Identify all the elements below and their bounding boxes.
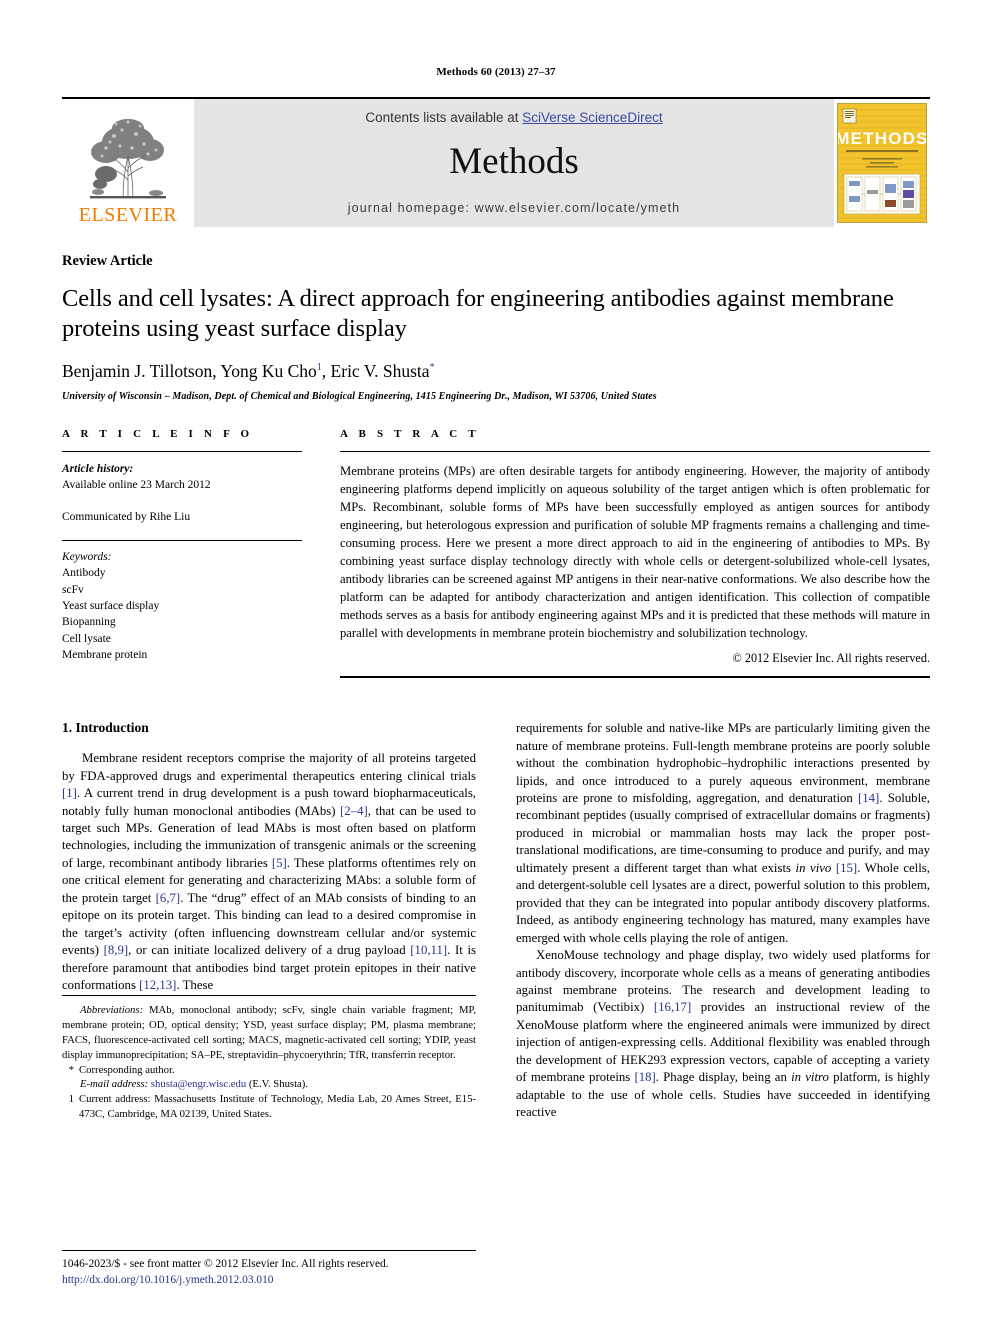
abstract-heading: A B S T R A C T (340, 428, 480, 441)
citation-ref[interactable]: [5] (272, 856, 287, 870)
affiliation: University of Wisconsin – Madison, Dept.… (62, 391, 657, 403)
current-address-note: 1 Current address: Massachusetts Institu… (62, 1092, 476, 1122)
info-abstract-section: A R T I C L E I N F O Article history: A… (62, 428, 930, 679)
email-tail: (E.V. Shusta). (246, 1078, 309, 1091)
contents-lists-prefix: Contents lists available at (365, 110, 523, 125)
citation-ref[interactable]: [16,17] (654, 1000, 691, 1014)
masthead-center-band: Contents lists available at SciVerse Sci… (194, 99, 834, 227)
communicated-by: Communicated by Rihe Liu (62, 510, 191, 523)
keyword-item: Yeast surface display (62, 600, 160, 613)
corresponding-author-marker[interactable]: * (430, 362, 435, 373)
text-run: . Phage display, being an (655, 1070, 792, 1085)
keywords-block: Keywords: Antibody scFv Yeast surface di… (62, 541, 302, 663)
journal-cover-thumbnail: METHODS (834, 99, 930, 227)
corresponding-author-note: * Corresponding author. (62, 1063, 476, 1078)
keyword-item: Biopanning (62, 616, 116, 629)
journal-title: Methods (449, 140, 579, 182)
section-heading-introduction: 1. Introduction (62, 720, 149, 736)
corresponding-symbol: * (68, 1063, 74, 1076)
cover-image: METHODS (837, 103, 927, 223)
keyword-item: Cell lysate (62, 632, 111, 645)
copyright-line: © 2012 Elsevier Inc. All rights reserved… (732, 651, 930, 666)
elsevier-logo: ELSEVIER (62, 99, 194, 227)
italic-term: in vivo (795, 860, 832, 875)
issn-line: 1046-2023/$ - see front matter © 2012 El… (62, 1258, 389, 1271)
text-run: . These (176, 978, 214, 993)
citation-ref[interactable]: [14] (858, 791, 879, 805)
citation-ref[interactable]: [1] (62, 786, 77, 800)
article-history-value: Available online 23 March 2012 (62, 479, 211, 492)
email-link[interactable]: shusta@engr.wisc.edu (151, 1078, 246, 1090)
abstract-column: A B S T R A C T Membrane proteins (MPs) … (340, 428, 930, 679)
keyword-item: Antibody (62, 567, 106, 580)
current-address-symbol: 1 (68, 1093, 74, 1106)
article-history-label: Article history: (62, 463, 134, 476)
citation-ref[interactable]: [12,13] (139, 978, 176, 992)
contents-lists-line: Contents lists available at SciVerse Sci… (365, 110, 662, 125)
email-note: E-mail address: shusta@engr.wisc.edu (E.… (62, 1077, 476, 1092)
keywords-label: Keywords: (62, 551, 112, 564)
body-columns: 1. Introduction Membrane resident recept… (62, 720, 930, 1121)
elsevier-tree-icon (76, 112, 180, 204)
keyword-item: scFv (62, 583, 84, 596)
intro-paragraph-right-2: XenoMouse technology and phage display, … (516, 947, 930, 1122)
article-info-column: A R T I C L E I N F O Article history: A… (62, 428, 302, 678)
text-run: Membrane resident receptors comprise the… (62, 751, 476, 783)
doi-link[interactable]: http://dx.doi.org/10.1016/j.ymeth.2012.0… (62, 1273, 476, 1289)
citation-ref[interactable]: [10,11] (410, 943, 447, 957)
intro-paragraph-right-1: requirements for soluble and native-like… (516, 720, 930, 947)
citation-ref[interactable]: [2–4] (340, 804, 368, 818)
page-title: Cells and cell lysates: A direct approac… (62, 285, 894, 343)
imprint-block: 1046-2023/$ - see front matter © 2012 El… (62, 1250, 476, 1289)
left-column: 1. Introduction Membrane resident recept… (62, 720, 476, 1121)
article-type-label: Review Article (62, 253, 153, 269)
current-address-text: Current address: Massachusetts Institute… (79, 1093, 476, 1120)
svg-text:METHODS: METHODS (838, 129, 926, 148)
journal-homepage-link[interactable]: journal homepage: www.elsevier.com/locat… (348, 201, 680, 215)
email-label: E-mail address: (80, 1078, 149, 1091)
article-info-heading: A R T I C L E I N F O (62, 428, 254, 441)
abstract-text: Membrane proteins (MPs) are often desira… (340, 464, 930, 641)
running-head: Methods 60 (2013) 27–37 (436, 66, 556, 78)
intro-paragraph-left: Membrane resident receptors comprise the… (62, 750, 476, 994)
article-page: Methods 60 (2013) 27–37 ELSEVIER Content… (0, 0, 992, 1323)
italic-term: in vitro (791, 1070, 829, 1085)
article-history: Article history: Available online 23 Mar… (62, 452, 302, 525)
corresponding-text: Corresponding author. (79, 1063, 175, 1076)
elsevier-wordmark: ELSEVIER (78, 204, 178, 226)
citation-ref[interactable]: [18] (634, 1070, 655, 1084)
abbreviations-label: Abbreviations: (80, 1004, 144, 1017)
sciencedirect-link[interactable]: SciVerse ScienceDirect (522, 110, 662, 125)
keyword-item: Membrane protein (62, 649, 148, 662)
text-run: , or can initiate localized delivery of … (128, 943, 411, 958)
authors-names: Benjamin J. Tillotson, Yong Ku Cho (62, 361, 317, 382)
citation-ref[interactable]: [15] (836, 861, 857, 875)
footnote-block: Abbreviations: MAb, monoclonal antibody;… (62, 995, 476, 1121)
authors-names-tail: , Eric V. Shusta (321, 361, 430, 382)
author-list: Benjamin J. Tillotson, Yong Ku Cho1, Eri… (62, 361, 930, 382)
citation-ref[interactable]: [6,7] (156, 891, 181, 905)
abstract-bottom-rule (340, 676, 930, 679)
abbreviations-note: Abbreviations: MAb, monoclonal antibody;… (62, 1003, 476, 1062)
journal-masthead: ELSEVIER Contents lists available at Sci… (62, 97, 930, 227)
citation-ref[interactable]: [8,9] (104, 943, 129, 957)
right-column: requirements for soluble and native-like… (516, 720, 930, 1121)
